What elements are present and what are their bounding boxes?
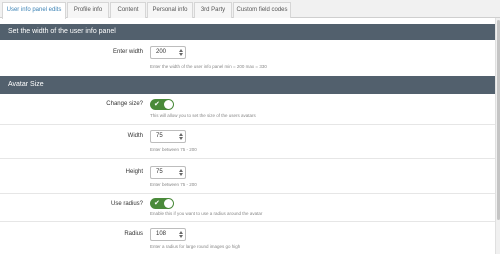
enter-width-label: Enter width bbox=[112, 49, 143, 55]
tab-3rd-party[interactable]: 3rd Party bbox=[194, 2, 232, 18]
tab-user-info-panel-edits[interactable]: User info panel edits bbox=[2, 2, 66, 19]
section-header-avatar-size: Avatar Size bbox=[0, 76, 495, 94]
check-icon: ✔ bbox=[154, 200, 160, 207]
height-value: 75 bbox=[156, 169, 163, 175]
use-radius-toggle[interactable]: ✔ bbox=[150, 198, 174, 209]
change-size-toggle[interactable]: ✔ bbox=[150, 99, 174, 110]
enter-width-input[interactable]: 200 bbox=[150, 46, 186, 59]
height-label: Height bbox=[125, 169, 143, 175]
tab-custom-field-codes[interactable]: Custom field codes bbox=[233, 2, 291, 18]
radius-label: Radius bbox=[124, 231, 143, 237]
tab-label: Custom field codes bbox=[236, 7, 288, 13]
height-input[interactable]: 75 bbox=[150, 166, 186, 179]
tab-label: Profile info bbox=[73, 7, 103, 13]
tab-content[interactable]: Content bbox=[110, 2, 146, 18]
section-header-width: Set the width of the user info panel bbox=[0, 24, 495, 40]
tab-bar: User info panel edits Profile info Conte… bbox=[0, 0, 500, 19]
spinner-icon[interactable] bbox=[178, 168, 183, 177]
toggle-knob bbox=[164, 100, 173, 109]
use-radius-help: Enable this if you want to use a radius … bbox=[150, 211, 263, 216]
tab-personal-info[interactable]: Personal info bbox=[147, 2, 193, 18]
change-size-label: Change size? bbox=[106, 101, 143, 107]
radius-help: Enter a radius for large round images go… bbox=[150, 244, 241, 249]
radius-input[interactable]: 108 bbox=[150, 228, 186, 241]
tab-label: 3rd Party bbox=[200, 7, 226, 13]
spinner-icon[interactable] bbox=[178, 230, 183, 239]
change-size-help: This will allow you to set the size of t… bbox=[150, 113, 256, 118]
spinner-icon[interactable] bbox=[178, 132, 183, 141]
tab-label: Content bbox=[117, 7, 139, 13]
check-icon: ✔ bbox=[154, 101, 160, 108]
tab-label: User info panel edits bbox=[6, 7, 62, 13]
divider bbox=[0, 193, 495, 194]
height-help: Enter between 75 - 200 bbox=[150, 182, 197, 187]
use-radius-label: Use radius? bbox=[110, 201, 143, 207]
width-help: Enter between 75 - 200 bbox=[150, 147, 197, 152]
width-value: 75 bbox=[156, 133, 163, 139]
scrollbar[interactable] bbox=[495, 18, 500, 254]
divider bbox=[0, 221, 495, 222]
tab-label: Personal info bbox=[152, 7, 188, 13]
divider bbox=[0, 124, 495, 125]
width-label: Width bbox=[127, 133, 143, 139]
divider bbox=[0, 158, 495, 159]
spinner-icon[interactable] bbox=[178, 48, 183, 57]
tab-profile-info[interactable]: Profile info bbox=[67, 2, 109, 18]
radius-value: 108 bbox=[156, 231, 167, 237]
enter-width-help: Enter the width of the user info panel m… bbox=[150, 64, 267, 69]
enter-width-value: 200 bbox=[156, 49, 167, 55]
width-input[interactable]: 75 bbox=[150, 130, 186, 143]
toggle-knob bbox=[164, 199, 173, 208]
